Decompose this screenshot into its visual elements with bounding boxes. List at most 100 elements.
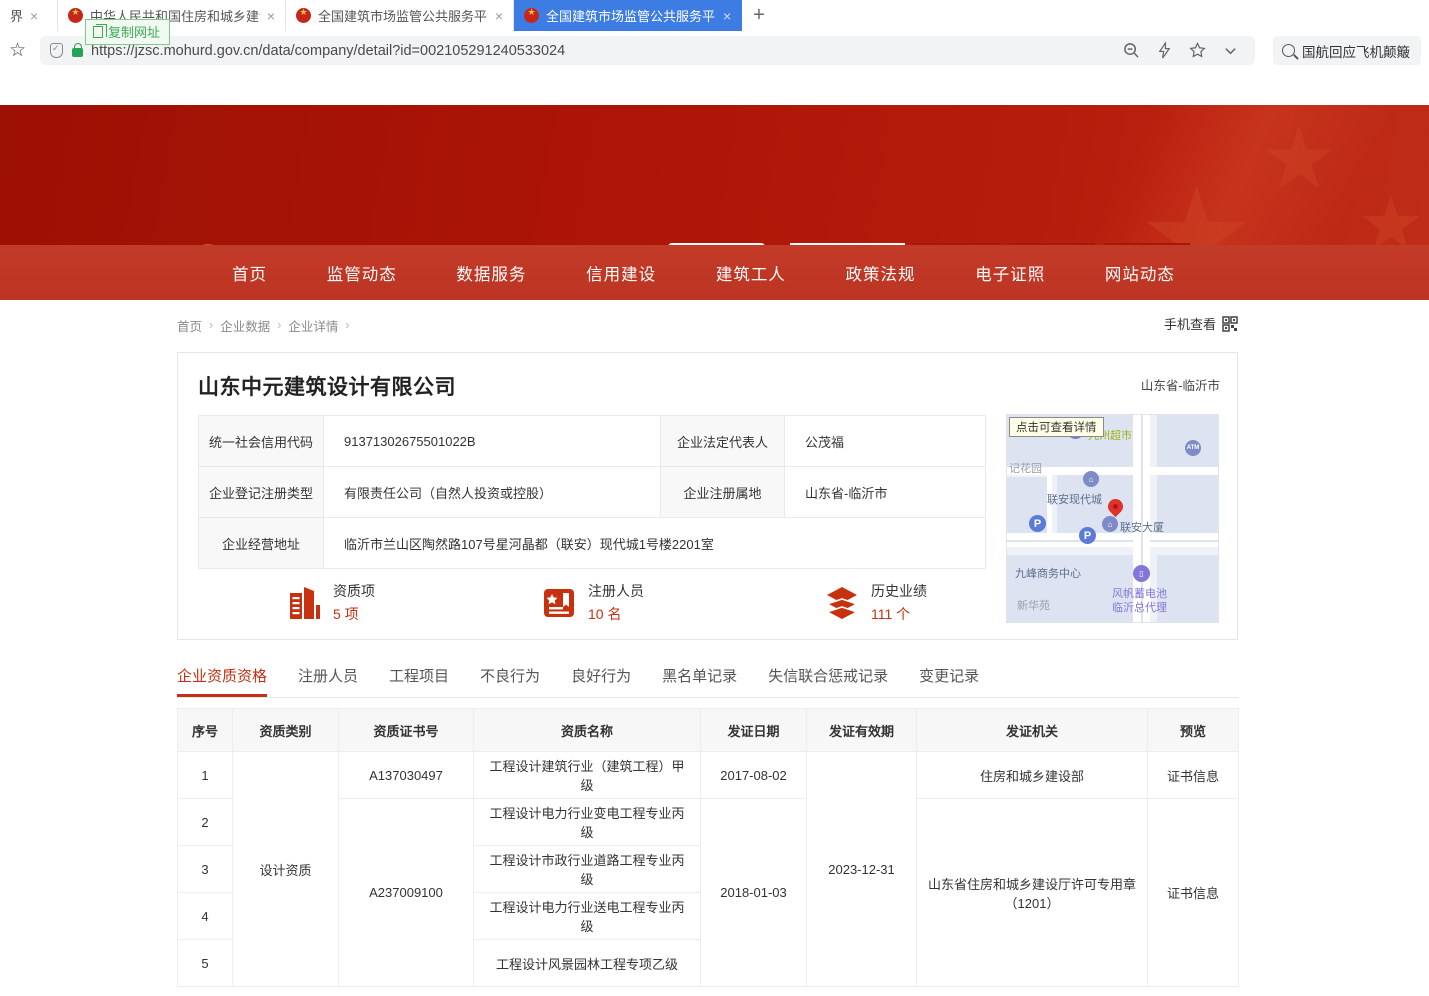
tab-close-icon[interactable]: × — [30, 9, 38, 23]
map-label-garden: 记花园 — [1009, 460, 1042, 476]
cell-index: 4 — [178, 893, 233, 940]
cell-issue-date: 2018-01-03 — [701, 799, 807, 987]
tab-close-icon[interactable]: × — [267, 9, 275, 23]
legal-rep-value: 公茂福 — [785, 416, 986, 467]
url-input[interactable] — [91, 43, 1123, 59]
credit-code-value: 91371302675501022B — [324, 416, 661, 467]
cell-name: 工程设计风景园林工程专项乙级 — [474, 940, 701, 987]
company-region: 山东省-临沂市 — [1141, 375, 1220, 394]
cell-name: 工程设计建筑行业（建筑工程）甲级 — [474, 752, 701, 799]
chevron-down-icon[interactable] — [1222, 42, 1239, 59]
nav-item-home[interactable]: 首页 — [232, 261, 267, 285]
nav-item-site-news[interactable]: 网站动态 — [1105, 261, 1175, 285]
breadcrumb-separator: › — [277, 318, 281, 332]
col-authority: 发证机关 — [917, 709, 1148, 752]
map-label-business-center: 九峰商务中心 — [1015, 565, 1081, 581]
tab-change-records[interactable]: 变更记录 — [919, 665, 979, 697]
stat-qualifications[interactable]: 资质项 5 项 — [286, 581, 375, 624]
certificate-info-link[interactable]: 证书信息 — [1148, 799, 1239, 987]
table-header-row: 序号 资质类别 资质证书号 资质名称 发证日期 发证有效期 发证机关 预览 — [178, 709, 1239, 752]
stat-value: 10 名 — [588, 604, 644, 624]
location-map[interactable]: ♨ 九州超市 ATM 记花园 ⌂ 联安现代城 ⌂ 联安大厦 P P 九峰商务中心… — [1006, 414, 1219, 623]
tab-good-behavior[interactable]: 良好行为 — [571, 665, 631, 697]
address-value: 临沂市兰山区陶然路107号星河晶都（联安）现代城1号楼2201室 — [324, 518, 986, 569]
tab-label: 界 — [10, 6, 23, 25]
stat-registered-personnel[interactable]: 注册人员 10 名 — [541, 581, 644, 624]
lock-icon — [72, 48, 83, 57]
layers-icon — [824, 585, 860, 621]
atm-pin-icon: ATM — [1185, 440, 1201, 456]
address-label: 企业经营地址 — [199, 518, 324, 569]
breadcrumb-separator: › — [209, 318, 213, 332]
cell-authority: 住房和城乡建设部 — [917, 752, 1148, 799]
certificate-info-link[interactable]: 证书信息 — [1148, 752, 1239, 799]
battery-pin-icon: ▯ — [1133, 565, 1150, 582]
map-label-lianan-tower: 联安大厦 — [1120, 519, 1164, 535]
nav-item-policy[interactable]: 政策法规 — [846, 261, 916, 285]
cell-name: 工程设计电力行业变电工程专业丙级 — [474, 799, 701, 846]
hot-search-box[interactable]: 国航回应飞机颠簸 — [1273, 36, 1421, 65]
shield-icon[interactable] — [50, 43, 63, 58]
stat-value: 111 个 — [871, 604, 927, 624]
col-index: 序号 — [178, 709, 233, 752]
tab-projects[interactable]: 工程项目 — [389, 665, 449, 697]
cell-index: 1 — [178, 752, 233, 799]
map-road-line — [1007, 540, 1219, 542]
main-navigation: 首页 监管动态 数据服务 信用建设 建筑工人 政策法规 电子证照 网站动态 — [0, 245, 1429, 300]
nav-item-e-license[interactable]: 电子证照 — [975, 261, 1045, 285]
breadcrumb-company-data[interactable]: 企业数据 — [220, 316, 270, 335]
nav-item-workers[interactable]: 建筑工人 — [716, 261, 786, 285]
residence-pin-icon: ⌂ — [1083, 471, 1099, 487]
map-label-battery-2: 临沂总代理 — [1112, 599, 1167, 615]
table-row: 企业经营地址 临沂市兰山区陶然路107号星河晶都（联安）现代城1号楼2201室 — [199, 518, 986, 569]
parking-pin-icon: P — [1079, 527, 1096, 544]
table-row: 统一社会信用代码 91371302675501022B 企业法定代表人 公茂福 — [199, 416, 986, 467]
tab-registered-personnel[interactable]: 注册人员 — [298, 665, 358, 697]
tab-dishonesty-records[interactable]: 失信联合惩戒记录 — [768, 665, 888, 697]
breadcrumb-home[interactable]: 首页 — [177, 316, 202, 335]
map-tooltip: 点击可查看详情 — [1009, 417, 1104, 437]
company-name: 山东中元建筑设计有限公司 — [198, 371, 456, 401]
breadcrumb-separator: › — [345, 318, 349, 332]
tower-pin-icon: ⌂ — [1102, 516, 1118, 532]
cell-validity: 2023-12-31 — [807, 752, 917, 987]
zoom-out-icon[interactable] — [1123, 42, 1140, 59]
tab-blacklist[interactable]: 黑名单记录 — [662, 665, 737, 697]
mobile-view-button[interactable]: 手机查看 — [1164, 314, 1238, 333]
col-preview: 预览 — [1148, 709, 1239, 752]
address-box[interactable] — [40, 36, 1255, 65]
breadcrumb-company-detail[interactable]: 企业详情 — [288, 316, 338, 335]
nav-item-data-service[interactable]: 数据服务 — [456, 261, 526, 285]
tab-qualifications[interactable]: 企业资质资格 — [177, 665, 267, 697]
lightning-icon[interactable] — [1156, 42, 1173, 59]
tab-label: 全国建筑市场监管公共服务平台 — [318, 6, 488, 25]
tab-label: 全国建筑市场监管公共服务平台 — [546, 6, 716, 25]
table-row: 企业登记注册类型 有限责任公司（自然人投资或控股） 企业注册属地 山东省-临沂市 — [199, 467, 986, 518]
col-name: 资质名称 — [474, 709, 701, 752]
table-row: 1 设计资质 A137030497 工程设计建筑行业（建筑工程）甲级 2017-… — [178, 752, 1239, 799]
col-validity: 发证有效期 — [807, 709, 917, 752]
new-tab-button[interactable]: + — [742, 0, 776, 31]
browser-tab-jzsc-1[interactable]: 全国建筑市场监管公共服务平台 × — [286, 0, 514, 31]
cell-authority: 山东省住房和城乡建设厅许可专用章（1201） — [917, 799, 1148, 987]
tab-close-icon[interactable]: × — [723, 9, 731, 23]
emblem-favicon-icon — [524, 8, 539, 23]
favorite-star-icon[interactable] — [1189, 42, 1206, 59]
company-stats: 资质项 5 项 注册人员 10 名 — [198, 581, 986, 624]
tab-bad-behavior[interactable]: 不良行为 — [480, 665, 540, 697]
browser-url-bar: ☆ — [0, 31, 1429, 70]
nav-item-supervision[interactable]: 监管动态 — [327, 261, 397, 285]
reg-region-value: 山东省-临沂市 — [785, 467, 986, 518]
col-category: 资质类别 — [233, 709, 339, 752]
col-cert-no: 资质证书号 — [339, 709, 474, 752]
mobile-view-label: 手机查看 — [1164, 314, 1216, 333]
bookmark-star-icon[interactable]: ☆ — [9, 39, 26, 62]
stat-historical-performance[interactable]: 历史业绩 111 个 — [824, 581, 927, 624]
cell-name: 工程设计市政行业道路工程专业丙级 — [474, 846, 701, 893]
nav-item-credit[interactable]: 信用建设 — [586, 261, 656, 285]
browser-tab-jzsc-active[interactable]: 全国建筑市场监管公共服务平台 × — [514, 0, 742, 31]
browser-tab-partial[interactable]: 界 × — [0, 0, 58, 31]
breadcrumb: 首页 › 企业数据 › 企业详情 › 手机查看 — [177, 314, 1238, 336]
copy-url-tooltip[interactable]: 复制网址 — [85, 19, 170, 45]
tab-close-icon[interactable]: × — [495, 9, 503, 23]
